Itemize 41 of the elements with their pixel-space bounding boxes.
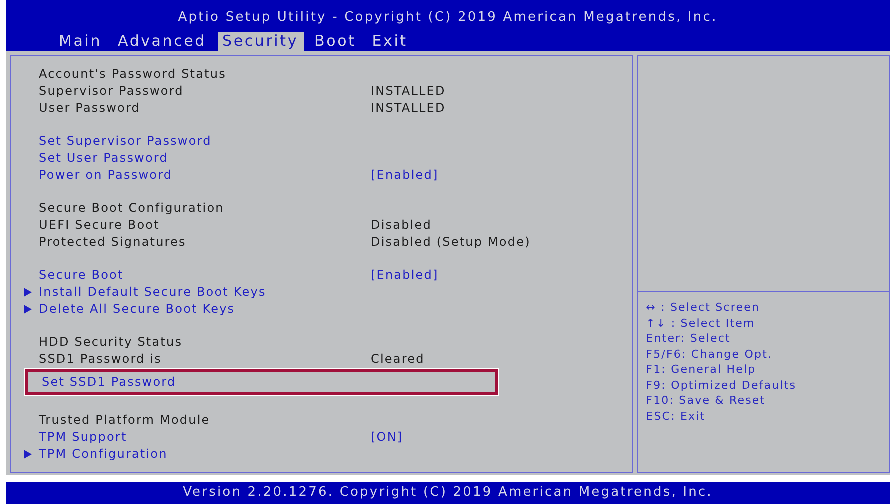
menu-tab[interactable]: Advanced [113, 32, 212, 51]
setting-label: User Password [39, 100, 141, 117]
help-text: F9: Optimized Defaults [646, 378, 798, 393]
setting-value: [Enabled] [371, 267, 439, 284]
setting-label: Protected Signatures [39, 234, 186, 251]
help-text: ↔ : Select Screen [646, 300, 762, 316]
version-text: Version 2.20.1276. Copyright (C) 2019 American Megatrends, Inc. [183, 484, 713, 502]
setting-label: Supervisor Password [39, 83, 184, 100]
menu-option[interactable]: Secure Boot [39, 267, 124, 284]
menu-option[interactable]: Set SSD1 Password [42, 374, 176, 390]
help-text: F10: Save & Reset [646, 393, 767, 408]
menu-tab[interactable]: Security [218, 32, 304, 51]
section-heading: Account's Password Status [39, 66, 226, 83]
menu-option[interactable]: TPM Configuration [39, 446, 168, 463]
menu-tab[interactable]: Exit [367, 32, 413, 51]
menu-tab[interactable]: Boot [310, 32, 362, 51]
menu-option[interactable]: Install Default Secure Boot Keys [39, 284, 266, 301]
menu-option[interactable]: Set Supervisor Password [39, 133, 212, 150]
help-text: Enter: Select [646, 331, 732, 346]
section-heading: Trusted Platform Module [39, 412, 210, 429]
help-text: ESC: Exit [646, 408, 707, 424]
window-title: Aptio Setup Utility - Copyright (C) 2019 American Megatrends, Inc. [177, 10, 719, 26]
section-heading: HDD Security Status [39, 334, 183, 351]
setting-value: Disabled (Setup Mode) [371, 234, 531, 251]
setting-value: INSTALLED [371, 83, 446, 100]
help-text: F1: General Help [646, 362, 758, 378]
menu-tab[interactable]: Main [54, 32, 108, 51]
setting-value: [Enabled] [371, 167, 439, 184]
section-heading: Secure Boot Configuration [39, 200, 224, 217]
menu-option[interactable]: Delete All Secure Boot Keys [39, 301, 236, 318]
setting-value: Disabled [371, 217, 432, 234]
setting-value: Cleared [371, 351, 425, 368]
menu-option[interactable]: Set User Password [39, 150, 168, 167]
setting-label: UEFI Secure Boot [39, 217, 160, 234]
setting-value: [ON] [371, 429, 404, 446]
menu-option[interactable]: TPM Support [39, 429, 128, 446]
help-text: F5/F6: Change Opt. [646, 346, 774, 362]
help-text: ↑↓ : Select Item [646, 316, 756, 331]
setting-label: SSD1 Password is [39, 351, 162, 368]
menu-option[interactable]: Power on Password [39, 167, 173, 184]
setting-value: INSTALLED [371, 100, 446, 117]
